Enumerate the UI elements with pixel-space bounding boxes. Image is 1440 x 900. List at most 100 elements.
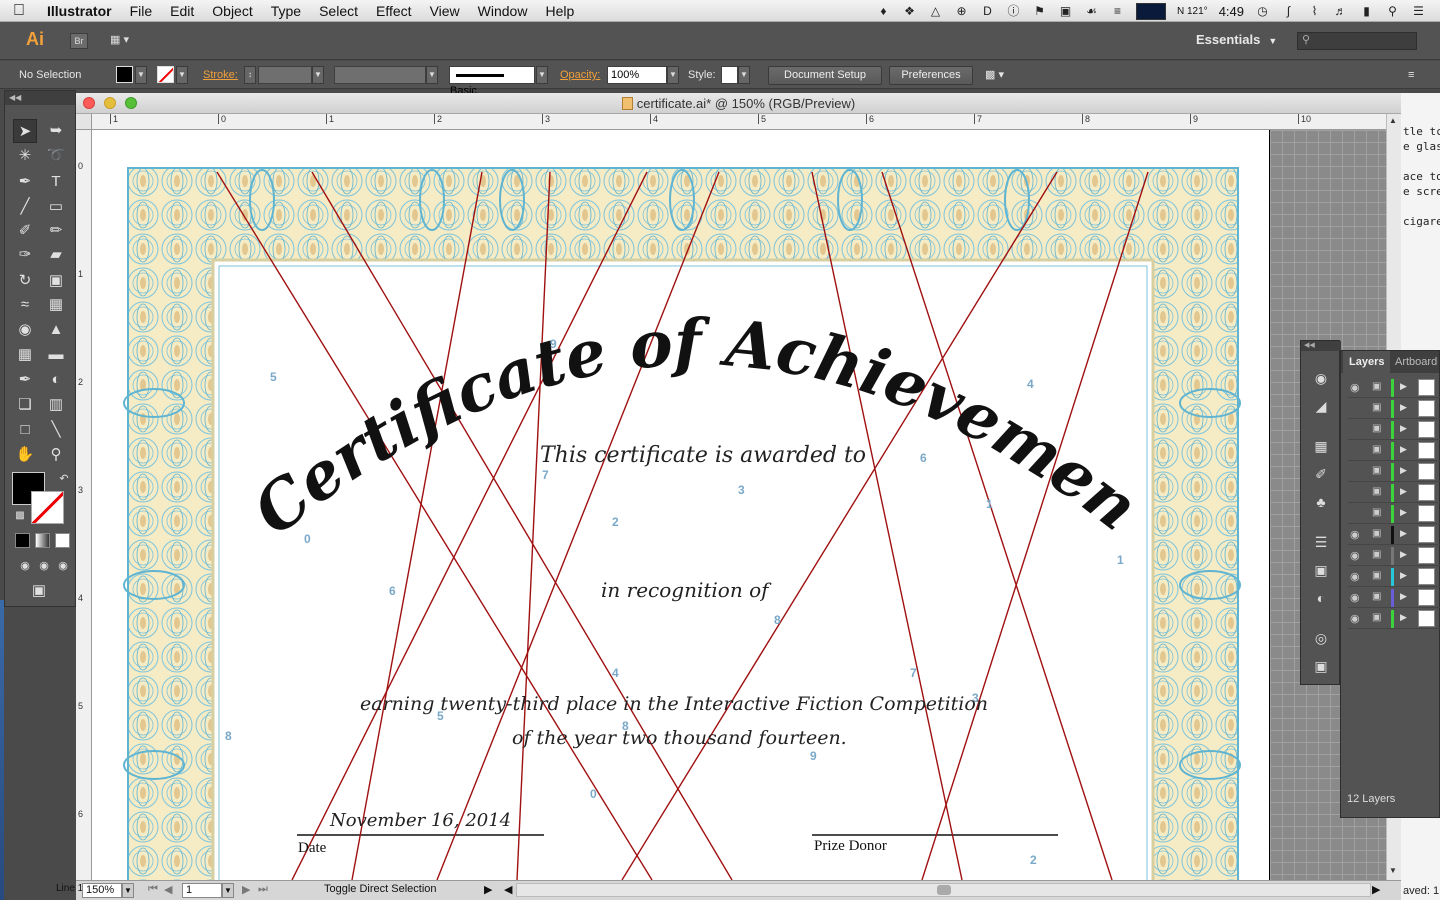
column-graph-tool-icon[interactable]: ▥ <box>44 393 68 417</box>
magic-wand-tool-icon[interactable]: ✳ <box>13 144 37 168</box>
menu-help[interactable]: Help <box>536 3 583 19</box>
zoom-window-button[interactable] <box>125 97 137 109</box>
menu-app-name[interactable]: Illustrator <box>38 3 121 19</box>
layer-row[interactable]: ◉ ▣ ▶ <box>1348 588 1440 608</box>
layer-row[interactable]: ▣ ▶ <box>1348 462 1440 482</box>
stroke-panel-icon[interactable]: ☰ <box>1310 531 1332 553</box>
brush-definition[interactable]: Basic <box>449 66 535 97</box>
stroke-color-box[interactable] <box>31 491 64 524</box>
arrange-documents-button[interactable]: ▦ ▾ <box>110 33 138 49</box>
expand-arrow-icon[interactable]: ▶ <box>1400 486 1407 497</box>
expand-arrow-icon[interactable]: ▶ <box>1400 528 1407 539</box>
draw-inside-icon[interactable]: ◉ <box>51 554 75 578</box>
artboard-number-field[interactable]: 1 <box>182 883 222 898</box>
lock-icon[interactable]: ▣ <box>1372 402 1384 413</box>
layer-row[interactable]: ▣ ▶ <box>1348 483 1440 503</box>
menu-select[interactable]: Select <box>310 3 367 19</box>
gradient-panel-icon[interactable]: ▣ <box>1310 559 1332 581</box>
d-badge-icon[interactable]: D <box>980 4 995 18</box>
opacity-label[interactable]: Opacity: <box>560 66 600 84</box>
bookmark-icon[interactable]: ⚑ <box>1032 4 1047 18</box>
transparency-panel-icon[interactable]: ◐ <box>1310 587 1332 609</box>
help-search-input[interactable]: ⚲ <box>1297 32 1417 50</box>
width-tool-icon[interactable]: ≈ <box>13 293 37 317</box>
dock-grip[interactable]: ◀◀ <box>1301 341 1341 351</box>
visibility-eye-icon[interactable]: ◉ <box>1350 612 1364 625</box>
menu-effect[interactable]: Effect <box>367 3 421 19</box>
display-icon[interactable]: ▣ <box>1058 4 1073 18</box>
shape-builder-tool-icon[interactable]: ◉ <box>13 318 37 342</box>
artboard-tool-icon[interactable]: □ <box>13 418 37 442</box>
horizontal-ruler[interactable]: 1 0 1 2 3 4 5 6 7 8 9 10 <box>92 114 1386 130</box>
expand-arrow-icon[interactable]: ▶ <box>1400 507 1407 518</box>
zoom-dropdown[interactable]: ▼ <box>122 883 134 898</box>
lock-icon[interactable]: ▣ <box>1372 444 1384 455</box>
swap-fill-stroke-icon[interactable]: ↶ <box>52 467 76 491</box>
spotlight-icon[interactable]: ⚲ <box>1385 4 1400 18</box>
lasso-tool-icon[interactable]: ➰ <box>44 144 68 168</box>
last-artboard-icon[interactable]: ⏭ <box>258 883 268 896</box>
status-action-label[interactable]: Toggle Direct Selection <box>324 883 437 895</box>
close-window-button[interactable] <box>83 97 95 109</box>
scroll-up-icon[interactable]: ▲ <box>1389 116 1397 125</box>
minimize-window-button[interactable] <box>104 97 116 109</box>
visibility-eye-icon[interactable]: ◉ <box>1350 549 1364 562</box>
lock-icon[interactable]: ▣ <box>1372 381 1384 392</box>
tab-layers[interactable]: Layers <box>1343 351 1391 373</box>
expand-arrow-icon[interactable]: ▶ <box>1400 549 1407 560</box>
line-tool-icon[interactable]: ╱ <box>13 195 37 219</box>
ruler-origin[interactable] <box>76 114 92 130</box>
lock-icon[interactable]: ▣ <box>1372 465 1384 476</box>
tools-panel-grip[interactable]: ◀◀ <box>5 91 75 105</box>
layer-row[interactable]: ◉ ▣ ▶ <box>1348 609 1440 629</box>
visibility-eye-icon[interactable]: ◉ <box>1350 591 1364 604</box>
lock-icon[interactable]: ▣ <box>1372 570 1384 581</box>
hand-tool-icon[interactable]: ✋ <box>13 443 37 467</box>
layer-row[interactable]: ▣ ▶ <box>1348 399 1440 419</box>
expand-arrow-icon[interactable]: ▶ <box>1400 591 1407 602</box>
menu-object[interactable]: Object <box>203 3 261 19</box>
color-guide-panel-icon[interactable]: ◢ <box>1310 395 1332 417</box>
bridge-button[interactable]: Br <box>70 33 88 49</box>
battery-icon[interactable]: ▮ <box>1359 4 1374 18</box>
scale-tool-icon[interactable]: ▣ <box>44 269 68 293</box>
pen-tool-icon[interactable]: ✒ <box>13 170 37 194</box>
expand-arrow-icon[interactable]: ▶ <box>1400 612 1407 623</box>
volume-icon[interactable]: ♬ <box>1333 4 1348 18</box>
stroke-swatch[interactable] <box>157 66 174 83</box>
menubar-clock[interactable]: 4:49 <box>1219 4 1244 19</box>
menu-type[interactable]: Type <box>262 3 310 19</box>
lock-icon[interactable]: ▣ <box>1372 486 1384 497</box>
swatches-panel-icon[interactable]: ▦ <box>1310 435 1332 457</box>
horizontal-scroll-thumb[interactable] <box>937 885 951 895</box>
expand-arrow-icon[interactable]: ▶ <box>1400 381 1407 392</box>
menu-view[interactable]: View <box>421 3 469 19</box>
symbol-sprayer-tool-icon[interactable]: ❏ <box>13 393 37 417</box>
opacity-dropdown[interactable]: ▼ <box>667 66 679 84</box>
menu-window[interactable]: Window <box>469 3 537 19</box>
transform-icon[interactable]: ▩ ▾ <box>985 66 1004 84</box>
visibility-eye-icon[interactable]: ◉ <box>1350 381 1364 394</box>
visibility-eye-icon[interactable]: ◉ <box>1350 570 1364 583</box>
workspace-switcher[interactable]: Essentials ▼ <box>1196 32 1277 47</box>
opacity-input[interactable]: 100% <box>607 66 667 84</box>
rectangle-tool-icon[interactable]: ▭ <box>44 195 68 219</box>
expand-arrow-icon[interactable]: ▶ <box>1400 402 1407 413</box>
drive-icon[interactable]: △ <box>928 4 943 18</box>
default-fill-stroke-icon[interactable]: ▩ <box>8 504 32 528</box>
stroke-weight-stepper[interactable]: ↕ <box>244 66 256 84</box>
first-artboard-icon[interactable]: ⏮ <box>148 883 158 896</box>
horizontal-scrollbar[interactable] <box>516 883 1371 897</box>
variable-width-dropdown[interactable]: ▼ <box>426 66 438 84</box>
layer-row[interactable]: ▣ ▶ <box>1348 504 1440 524</box>
zoom-level-field[interactable]: 150% <box>82 883 122 898</box>
layer-row[interactable]: ◉ ▣ ▶ <box>1348 525 1440 545</box>
zoom-tool-icon[interactable]: ⚲ <box>44 443 68 467</box>
tab-artboards[interactable]: Artboard <box>1389 351 1440 373</box>
lock-icon[interactable]: ▣ <box>1372 528 1384 539</box>
free-transform-tool-icon[interactable]: ▦ <box>44 293 68 317</box>
graphic-style-swatch[interactable] <box>721 66 738 84</box>
dropbox-icon[interactable]: ❖ <box>902 4 917 18</box>
brush-dropdown[interactable]: ▼ <box>536 66 548 84</box>
previous-artboard-icon[interactable]: ◀ <box>164 883 172 896</box>
